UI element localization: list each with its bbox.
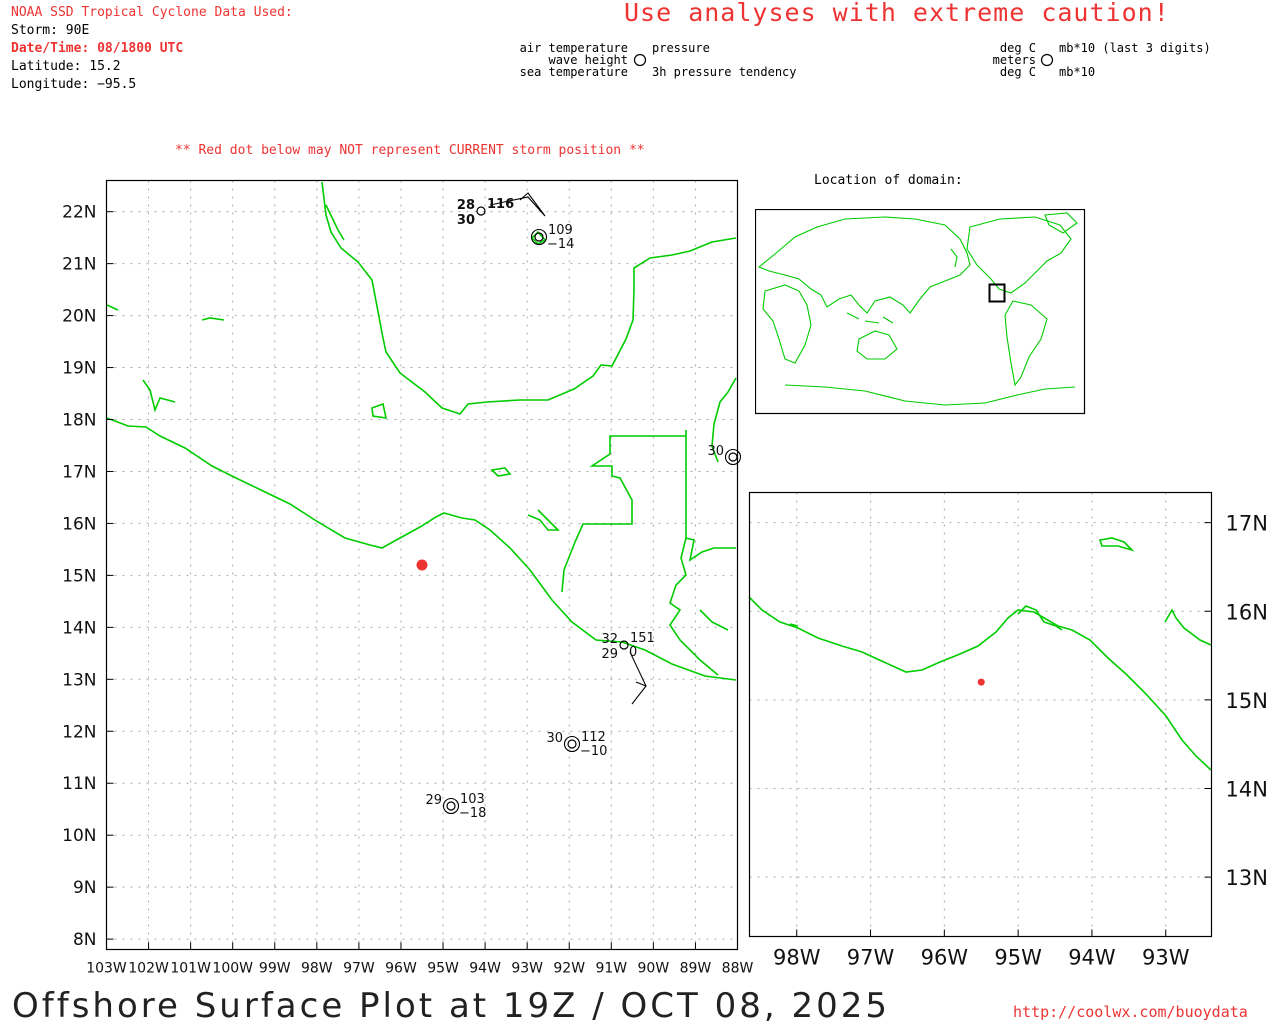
zoom-lon-tick-label: 95W [994,946,1042,970]
source-url-link[interactable]: http://coolwx.com/buoydata [1013,1003,1248,1021]
zoom-lon-tick-label: 94W [1068,946,1116,970]
zoom-lat-tick-label: 15N [1226,689,1268,713]
zoom-lon-tick-label: 96W [921,946,969,970]
zoom-map: 17N 16N 15N 14N 13N 98W 97W 96W 95W 94W 93W [748,491,1268,970]
zoom-lon-tick-label: 97W [847,946,895,970]
zoom-map-grid [749,492,1212,937]
zoom-lon-tick-label: 93W [1142,946,1190,970]
plot-title: Offshore Surface Plot at 19Z / OCT 08, 2… [12,986,891,1026]
zoom-lat-tick-label: 14N [1226,778,1268,802]
zoom-lat-tick-label: 13N [1226,866,1268,890]
zoom-lat-tick-label: 16N [1226,600,1268,624]
zoom-storm-position-marker [977,678,985,686]
zoom-map-coastlines [748,537,1212,771]
zoom-lat-tick-label: 17N [1226,512,1268,536]
zoom-lon-tick-label: 98W [773,946,821,970]
zoom-map-axes: 17N 16N 15N 14N 13N 98W 97W 96W 95W 94W 93W [773,512,1268,970]
